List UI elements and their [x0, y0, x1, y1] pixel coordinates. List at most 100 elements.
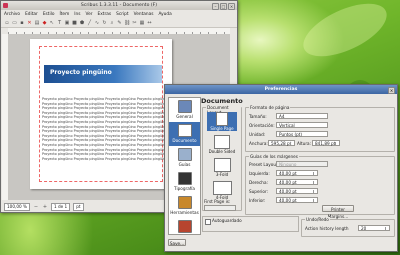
zoom-icon[interactable]: ⌕	[109, 20, 115, 26]
section-heading: Documento	[201, 97, 243, 105]
units-select[interactable]: Puntos (pt)	[276, 131, 328, 137]
size-label: Tamaño:	[249, 114, 267, 119]
autosave-checkbox[interactable]	[205, 219, 211, 225]
group-label: Guías de los márgenes	[249, 154, 299, 159]
menu-ayuda[interactable]: Ayuda	[158, 12, 171, 17]
edit-text-icon[interactable]: ✎	[117, 20, 123, 26]
double-sided-icon	[214, 135, 230, 149]
document-page[interactable]: Proyecto pingüino Proyecto pingüino Proy…	[30, 39, 172, 189]
menu-archivo[interactable]: Archivo	[4, 12, 20, 17]
image-frame-icon[interactable]: ▣	[64, 20, 70, 26]
close-icon[interactable]: ×	[228, 2, 235, 10]
bezier-icon[interactable]: ∿	[94, 20, 100, 26]
window-title: Scribus 1.3.3.11 - Documento (F)	[80, 3, 158, 8]
print-icon[interactable]: ▤	[34, 20, 40, 26]
top-margin-input[interactable]: 40,00 pt	[276, 188, 318, 194]
group-label: Formato de página	[249, 105, 291, 110]
link-icon[interactable]: ⛓	[124, 20, 130, 26]
shape-icon[interactable]: ■	[72, 20, 78, 26]
close-doc-icon[interactable]: ✕	[27, 20, 33, 26]
category-tipograf-a[interactable]: Tipografía	[169, 170, 200, 194]
layout-double-sided[interactable]: Double Sided	[207, 135, 237, 154]
select-icon[interactable]: ↖	[49, 20, 55, 26]
height-input[interactable]: 841,89 pt	[312, 140, 340, 146]
first-page-select	[204, 205, 236, 211]
save-icon[interactable]: ▪	[19, 20, 25, 26]
document-layout-group: Document Layout Single Page Double Sided…	[202, 105, 242, 211]
measure-icon[interactable]: ↔	[147, 20, 153, 26]
category-list: General Documento Guías Tipografía Herramien…	[168, 97, 201, 235]
four-fold-icon	[212, 181, 232, 195]
new-icon[interactable]: ▫	[4, 20, 10, 26]
save-button[interactable]: Save...	[168, 239, 186, 246]
category-herramientas[interactable]: Herramientas	[169, 194, 200, 218]
page-format-group: Formato de página Tamaño: A4 Orientación…	[245, 105, 395, 152]
document-icon	[177, 124, 192, 137]
history-label: Action history length	[305, 226, 349, 231]
maximize-icon[interactable]: □	[220, 2, 227, 10]
unlink-icon[interactable]: ✂	[132, 20, 138, 26]
inside-margin-input[interactable]: 40,00 pt	[276, 170, 318, 176]
layout-four-fold[interactable]: 4-Fold	[207, 181, 237, 200]
menu-ventanas[interactable]: Ventanas	[134, 12, 154, 17]
polygon-icon[interactable]: ⬟	[79, 20, 85, 26]
category-general[interactable]: General	[169, 98, 200, 122]
page-selector[interactable]: 1 de 1	[50, 202, 71, 211]
category-label: Hyphenator	[172, 234, 197, 235]
top-label: Superior:	[249, 189, 269, 194]
scribus-titlebar[interactable]: Scribus 1.3.3.11 - Documento (F) – □ ×	[1, 1, 237, 10]
preferences-dialog: Preferencias × General Documento Guías Tipo…	[164, 84, 398, 252]
units-label: Unidad:	[249, 132, 266, 137]
open-icon[interactable]: ▭	[12, 20, 18, 26]
autosave-label: Autoguardado	[212, 218, 242, 223]
category-label: Herramientas	[170, 210, 199, 215]
menu-script[interactable]: Script	[116, 12, 128, 17]
width-input[interactable]: 595,28 pt	[268, 140, 295, 146]
units-selector[interactable]: pt	[73, 202, 84, 211]
inside-label: Izquierda:	[249, 171, 270, 176]
menu-item[interactable]: Ítem	[59, 12, 69, 17]
menu-ver[interactable]: Ver	[86, 12, 93, 17]
minimize-icon[interactable]: –	[212, 2, 219, 10]
preferences-titlebar[interactable]: Preferencias ×	[165, 85, 397, 94]
zoom-out-icon[interactable]: −	[33, 204, 39, 210]
body-text-frame[interactable]: Proyecto pingüino Proyecto pingüino Proy…	[42, 97, 166, 161]
category-documento[interactable]: Documento	[169, 122, 200, 146]
dialog-title: Preferencias	[264, 87, 298, 92]
printer-margins-button[interactable]: Printer Margins...	[322, 205, 354, 219]
bottom-label: Inferior:	[249, 198, 266, 203]
layout-single-page[interactable]: Single Page	[207, 112, 237, 131]
category-label: General	[176, 114, 193, 119]
outside-label: Derecha:	[249, 180, 268, 185]
menu-estilo[interactable]: Estilo	[43, 12, 55, 17]
pdf-icon[interactable]: ◆	[42, 20, 48, 26]
table-icon[interactable]: ▦	[139, 20, 145, 26]
menu-extras[interactable]: Extras	[98, 12, 112, 17]
close-icon[interactable]: ×	[388, 86, 395, 94]
body-text-line: Proyecto pingüino Proyecto pingüino Proy…	[42, 119, 166, 124]
category-label: Tipografía	[174, 186, 195, 191]
banner-title: Proyecto pingüino	[50, 69, 112, 76]
orientation-select[interactable]: Vertical	[276, 122, 328, 128]
menubar: Archivo Editar Estilo Ítem Ins Ver Extra…	[1, 10, 237, 18]
rotate-icon[interactable]: ↻	[102, 20, 108, 26]
zoom-field[interactable]: 100,00 %	[4, 202, 30, 211]
bottom-margin-input[interactable]: 40,00 pt	[276, 197, 318, 203]
menu-ins[interactable]: Ins	[74, 12, 80, 17]
zoom-in-icon[interactable]: +	[42, 204, 48, 210]
page-size-select[interactable]: A4	[276, 113, 328, 119]
typography-icon	[177, 172, 192, 185]
banner-image[interactable]: Proyecto pingüino	[44, 65, 162, 83]
margin-guides-group: Guías de los márgenes Preset Layouts: Ni…	[245, 154, 395, 219]
wallpaper-leaf	[295, 0, 395, 68]
line-icon[interactable]: ╱	[87, 20, 93, 26]
layout-three-fold[interactable]: 3-Fold	[207, 158, 237, 177]
body-text-line: Proyecto pingüino Proyecto pingüino Proy…	[42, 97, 166, 101]
history-length-input[interactable]: 20	[358, 225, 390, 231]
first-page-label: First Page is:	[204, 199, 231, 204]
outside-margin-input[interactable]: 40,00 pt	[276, 179, 318, 185]
category-gu-as[interactable]: Guías	[169, 146, 200, 170]
menu-editar[interactable]: Editar	[25, 12, 38, 17]
category-hyphenator[interactable]: Hyphenator	[169, 218, 200, 235]
text-frame-icon[interactable]: T	[57, 20, 63, 26]
